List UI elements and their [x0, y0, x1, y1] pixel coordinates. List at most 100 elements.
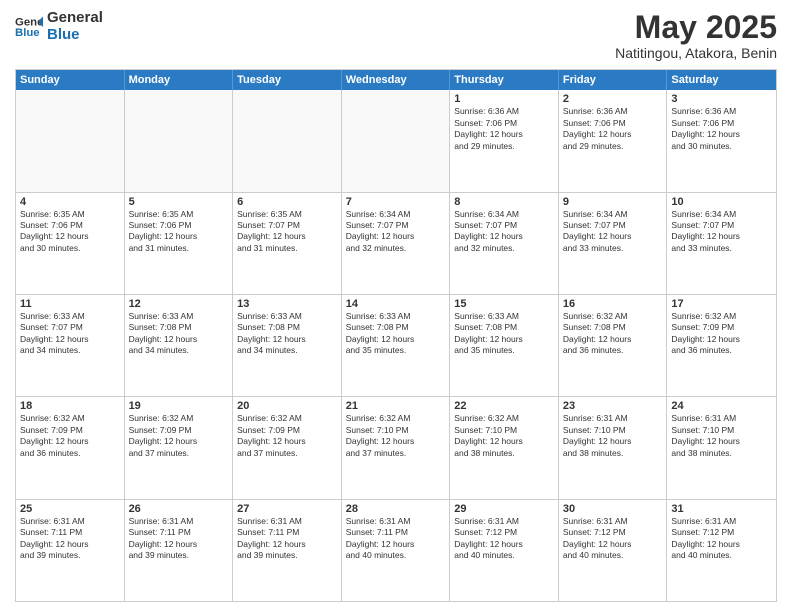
- day-info: Sunrise: 6:31 AM Sunset: 7:12 PM Dayligh…: [671, 516, 772, 562]
- day-number: 1: [454, 93, 554, 105]
- calendar-cell: [125, 90, 234, 191]
- day-info: Sunrise: 6:31 AM Sunset: 7:11 PM Dayligh…: [237, 516, 337, 562]
- calendar-cell: 17Sunrise: 6:32 AM Sunset: 7:09 PM Dayli…: [667, 295, 776, 396]
- calendar-cell: 8Sunrise: 6:34 AM Sunset: 7:07 PM Daylig…: [450, 193, 559, 294]
- col-header-saturday: Saturday: [667, 70, 776, 90]
- calendar-row-1: 1Sunrise: 6:36 AM Sunset: 7:06 PM Daylig…: [16, 90, 776, 192]
- day-number: 23: [563, 400, 663, 412]
- calendar-cell: [342, 90, 451, 191]
- day-number: 12: [129, 298, 229, 310]
- page: General Blue General Blue May 2025 Natit…: [0, 0, 792, 612]
- day-number: 21: [346, 400, 446, 412]
- calendar-cell: 25Sunrise: 6:31 AM Sunset: 7:11 PM Dayli…: [16, 500, 125, 601]
- location-subtitle: Natitingou, Atakora, Benin: [615, 45, 777, 61]
- day-number: 2: [563, 93, 663, 105]
- calendar: SundayMondayTuesdayWednesdayThursdayFrid…: [15, 69, 777, 602]
- day-number: 7: [346, 196, 446, 208]
- day-info: Sunrise: 6:36 AM Sunset: 7:06 PM Dayligh…: [563, 106, 663, 152]
- calendar-cell: 14Sunrise: 6:33 AM Sunset: 7:08 PM Dayli…: [342, 295, 451, 396]
- day-info: Sunrise: 6:34 AM Sunset: 7:07 PM Dayligh…: [346, 209, 446, 255]
- day-info: Sunrise: 6:31 AM Sunset: 7:12 PM Dayligh…: [454, 516, 554, 562]
- calendar-cell: 19Sunrise: 6:32 AM Sunset: 7:09 PM Dayli…: [125, 397, 234, 498]
- calendar-cell: 4Sunrise: 6:35 AM Sunset: 7:06 PM Daylig…: [16, 193, 125, 294]
- day-info: Sunrise: 6:34 AM Sunset: 7:07 PM Dayligh…: [454, 209, 554, 255]
- month-title: May 2025: [615, 10, 777, 45]
- day-info: Sunrise: 6:31 AM Sunset: 7:10 PM Dayligh…: [563, 413, 663, 459]
- calendar-cell: 10Sunrise: 6:34 AM Sunset: 7:07 PM Dayli…: [667, 193, 776, 294]
- calendar-cell: 31Sunrise: 6:31 AM Sunset: 7:12 PM Dayli…: [667, 500, 776, 601]
- logo-blue: Blue: [47, 27, 103, 44]
- day-number: 4: [20, 196, 120, 208]
- calendar-cell: 3Sunrise: 6:36 AM Sunset: 7:06 PM Daylig…: [667, 90, 776, 191]
- day-number: 8: [454, 196, 554, 208]
- calendar-row-2: 4 Sunrise: 6:35 AM Sunset: 7:06 PM Daylig…: [16, 193, 776, 295]
- col-header-monday: Monday: [125, 70, 234, 90]
- day-info: Sunrise: 6:31 AM Sunset: 7:12 PM Dayligh…: [563, 516, 663, 562]
- day-info: Sunrise: 6:32 AM Sunset: 7:10 PM Dayligh…: [346, 413, 446, 459]
- calendar-cell: 23Sunrise: 6:31 AM Sunset: 7:10 PM Dayli…: [559, 397, 668, 498]
- logo-icon: General Blue: [15, 13, 43, 41]
- day-info: Sunrise: 6:35 AM Sunset: 7:06 PM Dayligh…: [129, 209, 229, 255]
- calendar-cell: 9Sunrise: 6:34 AM Sunset: 7:07 PM Daylig…: [559, 193, 668, 294]
- day-number: 20: [237, 400, 337, 412]
- day-number: 5: [129, 196, 229, 208]
- col-header-thursday: Thursday: [450, 70, 559, 90]
- day-info: Sunrise: 6:34 AM Sunset: 7:07 PM Dayligh…: [563, 209, 663, 255]
- day-info: Sunrise: 6:36 AM Sunset: 7:06 PM Dayligh…: [671, 106, 772, 152]
- calendar-row-3: 11Sunrise: 6:33 AM Sunset: 7:07 PM Dayli…: [16, 295, 776, 397]
- calendar-cell: [233, 90, 342, 191]
- calendar-cell: [16, 90, 125, 191]
- day-number: 3: [671, 93, 772, 105]
- calendar-cell: 27Sunrise: 6:31 AM Sunset: 7:11 PM Dayli…: [233, 500, 342, 601]
- day-number: 29: [454, 503, 554, 515]
- header: General Blue General Blue May 2025 Natit…: [15, 10, 777, 61]
- calendar-cell: 1Sunrise: 6:36 AM Sunset: 7:06 PM Daylig…: [450, 90, 559, 191]
- day-number: 17: [671, 298, 772, 310]
- calendar-cell: 26Sunrise: 6:31 AM Sunset: 7:11 PM Dayli…: [125, 500, 234, 601]
- day-info: Sunrise: 6:31 AM Sunset: 7:10 PM Dayligh…: [671, 413, 772, 459]
- calendar-cell: 30Sunrise: 6:31 AM Sunset: 7:12 PM Dayli…: [559, 500, 668, 601]
- logo-general: General: [47, 10, 103, 27]
- day-number: 25: [20, 503, 120, 515]
- calendar-cell: 15Sunrise: 6:33 AM Sunset: 7:08 PM Dayli…: [450, 295, 559, 396]
- logo: General Blue General Blue: [15, 10, 103, 43]
- day-number: 14: [346, 298, 446, 310]
- calendar-cell: 28Sunrise: 6:31 AM Sunset: 7:11 PM Dayli…: [342, 500, 451, 601]
- calendar-row-4: 18Sunrise: 6:32 AM Sunset: 7:09 PM Dayli…: [16, 397, 776, 499]
- day-number: 18: [20, 400, 120, 412]
- calendar-cell: 5Sunrise: 6:35 AM Sunset: 7:06 PM Daylig…: [125, 193, 234, 294]
- day-info: Sunrise: 6:32 AM Sunset: 7:09 PM Dayligh…: [20, 413, 120, 459]
- col-header-wednesday: Wednesday: [342, 70, 451, 90]
- day-number: 15: [454, 298, 554, 310]
- day-info: Sunrise: 6:31 AM Sunset: 7:11 PM Dayligh…: [129, 516, 229, 562]
- calendar-header-row: SundayMondayTuesdayWednesdayThursdayFrid…: [16, 70, 776, 90]
- calendar-cell: 21Sunrise: 6:32 AM Sunset: 7:10 PM Dayli…: [342, 397, 451, 498]
- day-number: 24: [671, 400, 772, 412]
- calendar-cell: 11Sunrise: 6:33 AM Sunset: 7:07 PM Dayli…: [16, 295, 125, 396]
- day-number: 10: [671, 196, 772, 208]
- calendar-body: 1Sunrise: 6:36 AM Sunset: 7:06 PM Daylig…: [16, 90, 776, 601]
- day-number: 13: [237, 298, 337, 310]
- day-info: Sunrise: 6:32 AM Sunset: 7:10 PM Dayligh…: [454, 413, 554, 459]
- col-header-friday: Friday: [559, 70, 668, 90]
- calendar-cell: 2Sunrise: 6:36 AM Sunset: 7:06 PM Daylig…: [559, 90, 668, 191]
- day-info: Sunrise: 6:31 AM Sunset: 7:11 PM Dayligh…: [20, 516, 120, 562]
- day-info: Sunrise: 6:33 AM Sunset: 7:08 PM Dayligh…: [346, 311, 446, 357]
- col-header-tuesday: Tuesday: [233, 70, 342, 90]
- day-info: Sunrise: 6:36 AM Sunset: 7:06 PM Dayligh…: [454, 106, 554, 152]
- day-number: 31: [671, 503, 772, 515]
- title-block: May 2025 Natitingou, Atakora, Benin: [615, 10, 777, 61]
- day-number: 28: [346, 503, 446, 515]
- calendar-cell: 12Sunrise: 6:33 AM Sunset: 7:08 PM Dayli…: [125, 295, 234, 396]
- calendar-cell: 20Sunrise: 6:32 AM Sunset: 7:09 PM Dayli…: [233, 397, 342, 498]
- calendar-cell: 29Sunrise: 6:31 AM Sunset: 7:12 PM Dayli…: [450, 500, 559, 601]
- day-number: 9: [563, 196, 663, 208]
- day-info: Sunrise: 6:33 AM Sunset: 7:08 PM Dayligh…: [129, 311, 229, 357]
- calendar-cell: 22Sunrise: 6:32 AM Sunset: 7:10 PM Dayli…: [450, 397, 559, 498]
- day-number: 16: [563, 298, 663, 310]
- day-number: 26: [129, 503, 229, 515]
- day-info: Sunrise: 6:32 AM Sunset: 7:09 PM Dayligh…: [237, 413, 337, 459]
- day-info: Sunrise: 6:32 AM Sunset: 7:09 PM Dayligh…: [129, 413, 229, 459]
- calendar-cell: 6Sunrise: 6:35 AM Sunset: 7:07 PM Daylig…: [233, 193, 342, 294]
- day-info: Sunrise: 6:31 AM Sunset: 7:11 PM Dayligh…: [346, 516, 446, 562]
